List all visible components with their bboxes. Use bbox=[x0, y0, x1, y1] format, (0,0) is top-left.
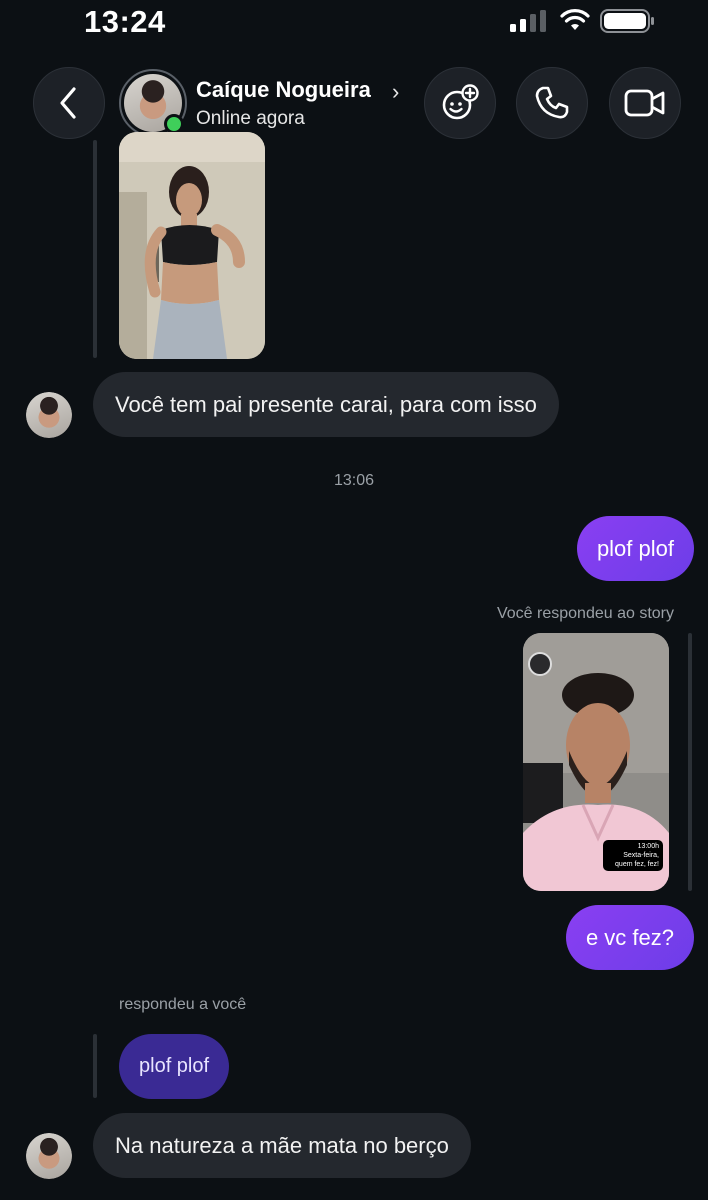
story-caption: 13:00h Sexta-feira, quem fez, fez! bbox=[603, 840, 663, 871]
battery-icon bbox=[600, 9, 654, 33]
incoming-message[interactable]: Na natureza a mãe mata no berço bbox=[93, 1113, 471, 1178]
back-button[interactable] bbox=[33, 67, 105, 139]
status-time: 13:24 bbox=[84, 4, 166, 39]
chevron-right-icon[interactable]: › bbox=[392, 79, 399, 105]
sender-avatar[interactable] bbox=[26, 1133, 72, 1179]
reply-quote-line bbox=[93, 1034, 97, 1098]
reply-label: respondeu a você bbox=[119, 996, 247, 1013]
contact-name[interactable]: Caíque Nogueira bbox=[196, 77, 371, 103]
story-thumbnail[interactable] bbox=[119, 132, 265, 359]
replied-story-thumbnail[interactable]: 13:00h Sexta-feira, quem fez, fez! bbox=[523, 633, 669, 891]
chevron-left-icon bbox=[60, 87, 76, 119]
sender-avatar[interactable] bbox=[26, 392, 72, 438]
story-image bbox=[119, 132, 265, 359]
message-timestamp: 13:06 bbox=[333, 472, 375, 489]
phone-icon bbox=[535, 86, 569, 119]
story-reply-line bbox=[688, 633, 692, 891]
contact-status: Online agora bbox=[196, 108, 305, 129]
effects-button[interactable] bbox=[424, 67, 496, 139]
online-indicator bbox=[164, 114, 184, 134]
video-camera-icon bbox=[624, 89, 665, 117]
story-reply-line bbox=[93, 140, 97, 358]
outgoing-message[interactable]: plof plof bbox=[576, 516, 694, 581]
face-sparkle-icon bbox=[442, 84, 479, 120]
audio-call-button[interactable] bbox=[516, 67, 588, 139]
story-reply-label: Você respondeu ao story bbox=[496, 605, 674, 622]
wifi-icon bbox=[560, 9, 590, 30]
outgoing-message[interactable]: e vc fez? bbox=[565, 905, 694, 970]
video-call-button[interactable] bbox=[609, 67, 681, 139]
incoming-message[interactable]: Você tem pai presente carai, para com is… bbox=[93, 372, 559, 437]
cellular-signal-icon bbox=[510, 10, 546, 32]
quoted-message[interactable]: plof plof bbox=[119, 1034, 230, 1099]
